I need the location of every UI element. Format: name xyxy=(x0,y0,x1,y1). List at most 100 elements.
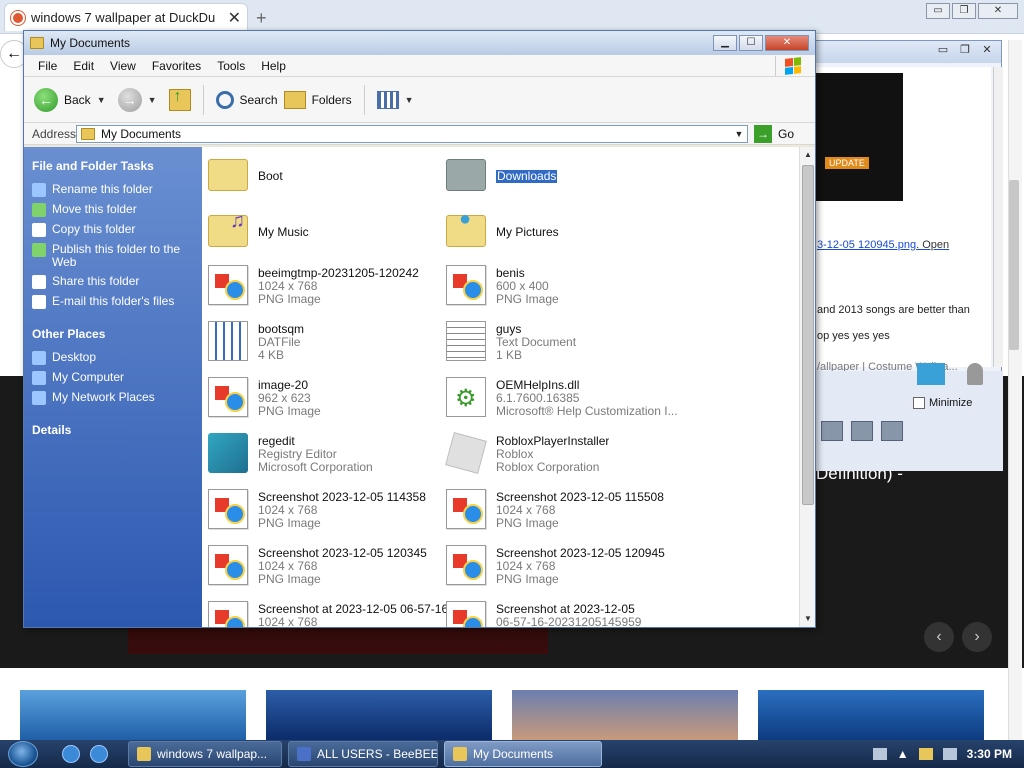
address-value[interactable]: My Documents xyxy=(101,127,725,141)
start-button[interactable] xyxy=(8,741,38,767)
move-folder-task[interactable]: Move this folder xyxy=(32,203,194,217)
carousel-next-button[interactable]: › xyxy=(962,622,992,652)
menu-edit[interactable]: Edit xyxy=(67,59,100,73)
file-item[interactable]: beeimgtmp-20231205-120242 1024 x 768 PNG… xyxy=(208,265,446,309)
go-button[interactable]: → Go xyxy=(754,124,794,143)
menu-file[interactable]: File xyxy=(32,59,63,73)
image-result-thumbnail[interactable] xyxy=(20,690,246,740)
file-item[interactable]: RobloxPlayerInstaller Roblox Roblox Corp… xyxy=(445,432,684,477)
back-button[interactable]: ← Back xyxy=(34,87,91,112)
place-my-computer[interactable]: My Computer xyxy=(32,371,194,385)
image-result-thumbnail[interactable] xyxy=(266,690,492,740)
email-files-task[interactable]: E-mail this folder's files xyxy=(32,295,194,309)
scroll-down-icon[interactable]: ▼ xyxy=(800,611,815,627)
browser-tab[interactable]: windows 7 wallpaper at DuckDu ✕ xyxy=(4,3,248,31)
new-tab-button[interactable]: + xyxy=(256,8,267,29)
save-icon[interactable] xyxy=(881,421,903,441)
maximize-button[interactable]: ☐ xyxy=(739,35,763,51)
clock[interactable]: 3:30 PM xyxy=(967,747,1012,761)
menu-favorites[interactable]: Favorites xyxy=(146,59,207,73)
file-item[interactable]: Screenshot 2023-12-05 115508 1024 x 768 … xyxy=(446,489,684,533)
rename-folder-task[interactable]: Rename this folder xyxy=(32,183,194,197)
file-item[interactable]: regedit Registry Editor Microsoft Corpor… xyxy=(208,433,446,477)
beebee-close-button[interactable]: ✕ xyxy=(977,43,997,59)
file-type: PNG Image xyxy=(258,516,321,530)
menu-view[interactable]: View xyxy=(104,59,142,73)
search-button[interactable]: Search xyxy=(215,90,278,109)
place-my-network-places[interactable]: My Network Places xyxy=(32,391,194,405)
place-label: Desktop xyxy=(52,350,97,364)
address-field[interactable]: My Documents ▼ xyxy=(76,124,748,143)
file-item[interactable]: bootsqm DATFile 4 KB xyxy=(208,321,446,365)
file-item[interactable]: image-20 962 x 623 PNG Image xyxy=(208,377,446,421)
film-icon[interactable] xyxy=(821,421,843,441)
file-item[interactable]: Screenshot at 2023-12-05 06-57-16 1024 x… xyxy=(208,601,446,627)
file-list-scrollbar[interactable]: ▲ ▼ xyxy=(799,147,815,627)
file-item[interactable]: Screenshot at 2023-12-05 06-57-16-202312… xyxy=(446,601,684,627)
beebee-maximize-button[interactable]: ❐ xyxy=(955,43,975,59)
search-label: Search xyxy=(239,92,278,107)
address-dropdown-icon[interactable]: ▼ xyxy=(731,129,747,139)
place-desktop[interactable]: Desktop xyxy=(32,351,194,365)
file-item[interactable]: My Music xyxy=(208,209,446,253)
show-hidden-icons-icon[interactable]: ▲ xyxy=(897,747,909,761)
file-item[interactable]: Screenshot 2023-12-05 120945 1024 x 768 … xyxy=(446,545,684,589)
volume-icon[interactable] xyxy=(942,748,957,760)
forward-dropdown-icon[interactable]: ▼ xyxy=(148,95,157,105)
chat-image-thumbnail[interactable]: UPDATE xyxy=(815,73,903,201)
checkbox-box[interactable] xyxy=(913,397,925,409)
file-item[interactable]: Screenshot 2023-12-05 120345 1024 x 768 … xyxy=(208,545,446,589)
file-item[interactable]: benis 600 x 400 PNG Image xyxy=(446,265,684,309)
file-item[interactable]: OEMHelpIns.dll 6.1.7600.16385 Microsoft®… xyxy=(446,377,684,421)
menu-help[interactable]: Help xyxy=(255,59,292,73)
browser-close-button[interactable]: ✕ xyxy=(978,3,1018,19)
image-result-thumbnail[interactable] xyxy=(512,690,738,740)
views-button[interactable]: ▼ xyxy=(376,90,420,109)
folders-button[interactable]: Folders xyxy=(283,90,352,109)
chat-file-link[interactable]: 3-12-05 120945.png. Open xyxy=(817,239,949,251)
copy-folder-task[interactable]: Copy this folder xyxy=(32,223,194,237)
beebee-minimize-button[interactable]: ▭ xyxy=(933,43,953,59)
network-icon[interactable] xyxy=(918,748,933,760)
publish-folder-task[interactable]: Publish this folder to the Web xyxy=(32,243,194,269)
taskbar-button-browser[interactable]: windows 7 wallpap... xyxy=(128,741,282,767)
window-title: My Documents xyxy=(50,36,131,50)
scroll-up-icon[interactable]: ▲ xyxy=(800,147,815,163)
forward-arrow-icon[interactable]: → xyxy=(117,87,142,112)
details-heading[interactable]: Details xyxy=(32,423,194,437)
file-item-selected[interactable]: Downloads xyxy=(446,153,684,197)
file-name[interactable]: Downloads xyxy=(496,168,558,184)
other-places-heading[interactable]: Other Places xyxy=(32,327,194,341)
share-folder-task[interactable]: Share this folder xyxy=(32,275,194,289)
scrollbar-thumb[interactable] xyxy=(802,165,814,505)
note-icon[interactable] xyxy=(851,421,873,441)
up-folder-icon[interactable] xyxy=(168,88,191,111)
file-item[interactable]: Screenshot 2023-12-05 114358 1024 x 768 … xyxy=(208,489,446,533)
file-item[interactable]: Boot xyxy=(208,153,446,197)
quick-launch-app-icon[interactable] xyxy=(90,745,108,763)
menu-tools[interactable]: Tools xyxy=(211,59,251,73)
minimize-checkbox[interactable]: Minimize xyxy=(913,397,972,409)
file-item[interactable]: My Pictures xyxy=(446,208,684,253)
close-button[interactable]: ✕ xyxy=(765,35,809,51)
taskbar-button-my-documents[interactable]: My Documents xyxy=(444,741,602,767)
internet-explorer-icon[interactable] xyxy=(62,745,80,763)
browser-scrollbar-thumb[interactable] xyxy=(1009,180,1019,350)
send-arrow-icon[interactable] xyxy=(917,363,945,385)
carousel-prev-button[interactable]: ‹ xyxy=(924,622,954,652)
taskbar-button-beebee[interactable]: ALL USERS - BeeBEE... xyxy=(288,741,438,767)
file-item[interactable]: guys Text Document 1 KB xyxy=(446,321,684,365)
file-tasks-heading[interactable]: File and Folder Tasks xyxy=(32,159,194,173)
minimize-button[interactable]: ▁ xyxy=(713,35,737,51)
browser-scrollbar[interactable] xyxy=(1008,40,1022,740)
back-dropdown-icon[interactable]: ▼ xyxy=(97,95,106,105)
tab-close-icon[interactable]: ✕ xyxy=(228,8,241,28)
beebee-icon xyxy=(297,747,311,761)
browser-minimize-button[interactable]: ▭ xyxy=(926,3,950,19)
chat-scrollbar[interactable] xyxy=(993,67,1003,367)
chat-file-link-text[interactable]: 3-12-05 120945.png xyxy=(817,239,916,251)
browser-maximize-button[interactable]: ❐ xyxy=(952,3,976,19)
image-result-thumbnail[interactable] xyxy=(758,690,984,740)
keyboard-icon[interactable] xyxy=(872,748,887,760)
microphone-icon[interactable] xyxy=(967,363,983,385)
